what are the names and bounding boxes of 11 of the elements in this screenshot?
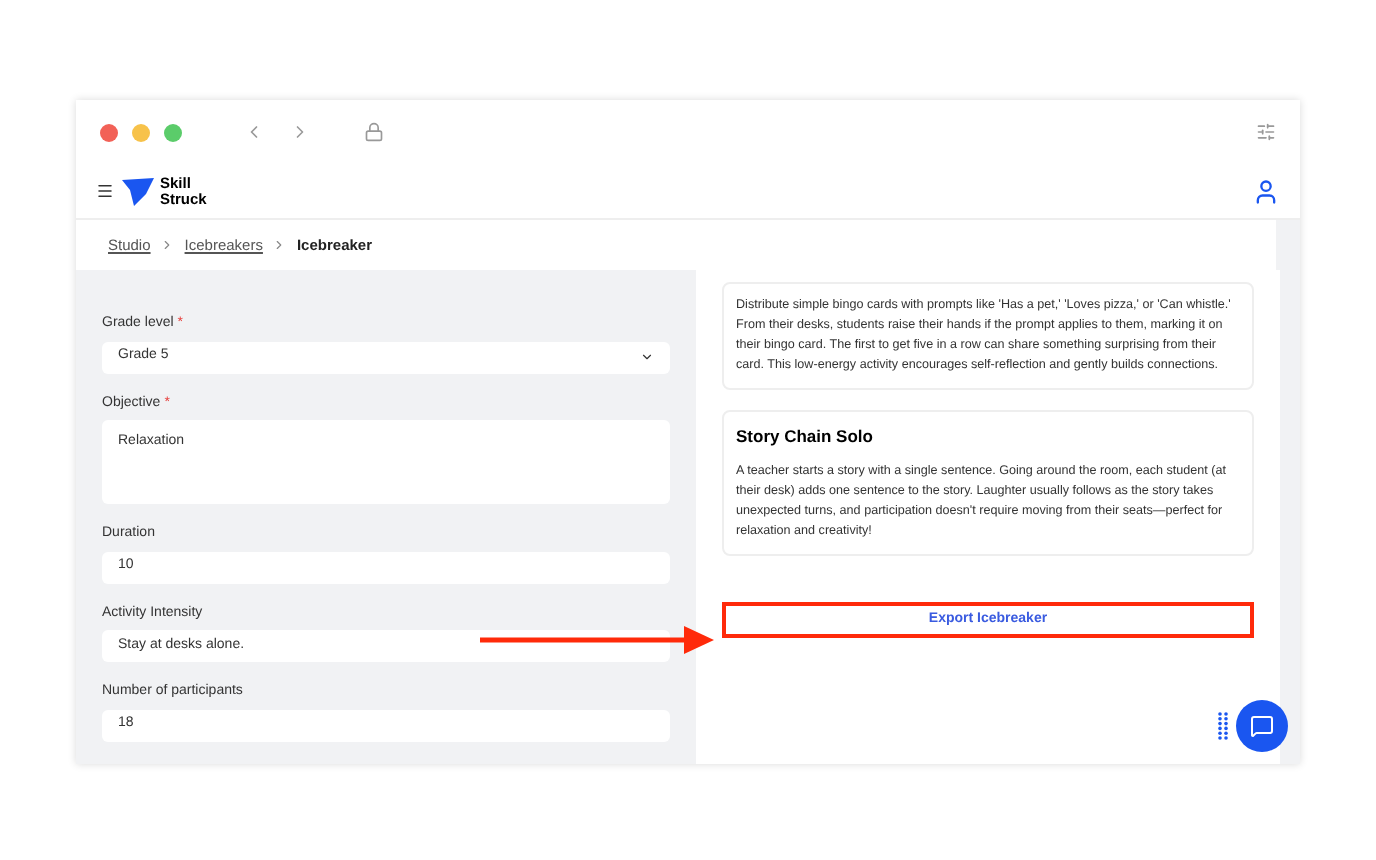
settings-icon[interactable]	[1256, 122, 1276, 142]
chevron-right-icon	[160, 238, 175, 252]
logo-icon	[122, 177, 154, 205]
grid-dots-icon[interactable]	[1218, 712, 1228, 740]
chat-icon	[1250, 714, 1274, 738]
chevron-right-icon	[272, 238, 287, 252]
menu-icon[interactable]	[96, 182, 114, 200]
chevron-down-icon	[640, 350, 654, 364]
user-icon[interactable]	[1252, 177, 1280, 205]
lock-icon	[364, 122, 384, 142]
card-title: Story Chain Solo	[736, 424, 875, 450]
